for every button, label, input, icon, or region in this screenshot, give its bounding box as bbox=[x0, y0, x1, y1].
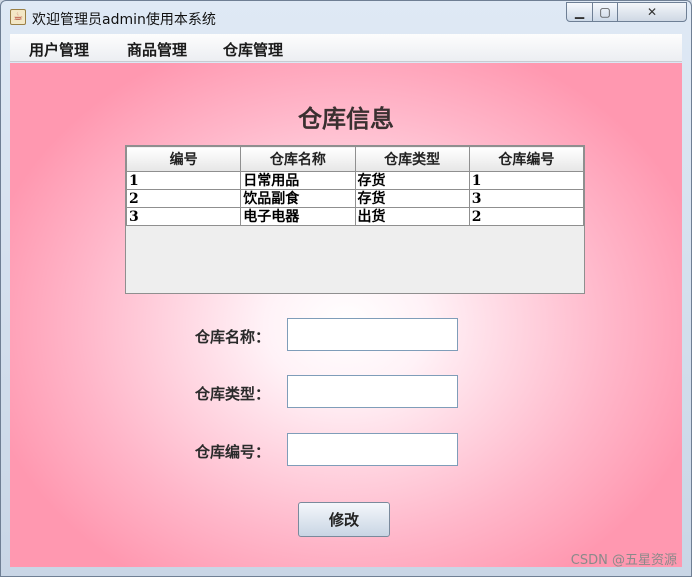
table-cell[interactable]: 3 bbox=[468, 189, 585, 208]
modify-button[interactable]: 修改 bbox=[298, 502, 390, 537]
table-cell[interactable]: 电子电器 bbox=[240, 207, 356, 226]
column-header-type[interactable]: 仓库类型 bbox=[354, 146, 470, 172]
content-panel: 仓库信息 编号 仓库名称 仓库类型 仓库编号 1 日常用品 存货 1 2 饮品副… bbox=[10, 63, 682, 567]
column-header-name[interactable]: 仓库名称 bbox=[240, 146, 356, 172]
menu-user-management[interactable]: 用户管理 bbox=[29, 39, 89, 60]
page-title: 仓库信息 bbox=[298, 104, 394, 133]
table-row[interactable]: 2 饮品副食 存货 3 bbox=[125, 189, 585, 208]
table-cell[interactable]: 1 bbox=[125, 171, 242, 190]
menu-product-management[interactable]: 商品管理 bbox=[127, 39, 187, 60]
table-cell[interactable]: 日常用品 bbox=[240, 171, 356, 190]
warehouse-table: 编号 仓库名称 仓库类型 仓库编号 1 日常用品 存货 1 2 饮品副食 存货 … bbox=[125, 146, 585, 226]
table-cell[interactable]: 出货 bbox=[354, 207, 470, 226]
main-window: ☕ 欢迎管理员admin使用本系统 ▁ ▢ ✕ 用户管理 商品管理 仓库管理 仓… bbox=[0, 0, 692, 577]
table-cell[interactable]: 3 bbox=[125, 207, 242, 226]
table-cell[interactable]: 2 bbox=[468, 207, 585, 226]
close-icon: ✕ bbox=[646, 5, 658, 19]
watermark: CSDN @五星资源 bbox=[570, 553, 677, 568]
warehouse-table-scrollpane[interactable]: 编号 仓库名称 仓库类型 仓库编号 1 日常用品 存货 1 2 饮品副食 存货 … bbox=[125, 145, 585, 294]
menu-warehouse-management[interactable]: 仓库管理 bbox=[223, 39, 283, 60]
column-header-number[interactable]: 仓库编号 bbox=[468, 146, 585, 172]
table-cell[interactable]: 存货 bbox=[354, 171, 470, 190]
maximize-icon: ▢ bbox=[599, 5, 611, 19]
table-cell[interactable]: 2 bbox=[125, 189, 242, 208]
minimize-button[interactable]: ▁ bbox=[566, 2, 593, 22]
table-cell[interactable]: 饮品副食 bbox=[240, 189, 356, 208]
warehouse-number-label: 仓库编号： bbox=[195, 443, 271, 461]
table-header-row: 编号 仓库名称 仓库类型 仓库编号 bbox=[125, 146, 585, 172]
table-cell[interactable]: 1 bbox=[468, 171, 585, 190]
title-bar[interactable]: ☕ 欢迎管理员admin使用本系统 ▁ ▢ ✕ bbox=[1, 1, 691, 33]
warehouse-number-input[interactable] bbox=[287, 433, 458, 466]
column-header-id[interactable]: 编号 bbox=[125, 146, 242, 172]
warehouse-type-label: 仓库类型： bbox=[195, 385, 271, 403]
table-row[interactable]: 1 日常用品 存货 1 bbox=[125, 171, 585, 190]
minimize-icon: ▁ bbox=[574, 5, 585, 19]
table-cell[interactable]: 存货 bbox=[354, 189, 470, 208]
warehouse-name-label: 仓库名称： bbox=[195, 328, 271, 346]
menu-bar: 用户管理 商品管理 仓库管理 bbox=[10, 34, 682, 62]
warehouse-name-input[interactable] bbox=[287, 318, 458, 351]
maximize-button[interactable]: ▢ bbox=[592, 2, 618, 22]
window-title: 欢迎管理员admin使用本系统 bbox=[32, 12, 216, 28]
warehouse-type-input[interactable] bbox=[287, 375, 458, 408]
table-row[interactable]: 3 电子电器 出货 2 bbox=[125, 207, 585, 226]
java-app-icon: ☕ bbox=[10, 9, 26, 25]
close-button[interactable]: ✕ bbox=[617, 2, 687, 22]
